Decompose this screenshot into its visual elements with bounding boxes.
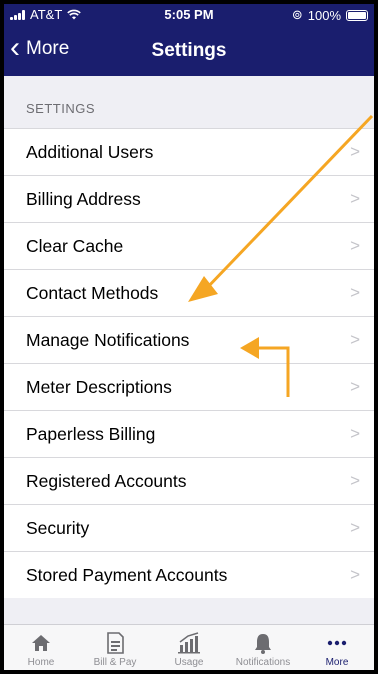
battery-icon [346,9,368,21]
tab-usage[interactable]: Usage [152,625,226,670]
list-item-label: Meter Descriptions [26,377,172,397]
section-header: SETTINGS [4,76,374,128]
orientation-lock-icon: ⊚ [291,7,303,22]
tab-label: Bill & Pay [93,657,137,668]
list-item-label: Additional Users [26,142,154,162]
chevron-right-icon: > [350,518,360,537]
list-item-label: Paperless Billing [26,424,156,444]
chevron-right-icon: > [350,330,360,349]
list-item-label: Billing Address [26,189,141,209]
tab-more[interactable]: More [300,625,374,670]
chevron-right-icon: > [350,142,360,161]
list-item-label: Contact Methods [26,283,159,303]
chevron-right-icon: > [350,424,360,443]
settings-item-clear-cache[interactable]: Clear Cache > [4,222,374,269]
chevron-right-icon: > [350,565,360,584]
tab-bar: Home Bill & Pay Usage Notifications More [4,624,374,670]
settings-item-contact-methods[interactable]: Contact Methods > [4,269,374,316]
bell-icon [255,634,271,654]
battery-percent: 100% [307,7,341,23]
tab-home[interactable]: Home [4,625,78,670]
chevron-right-icon: > [350,377,360,396]
bill-icon [107,632,124,654]
phone-frame: AT&T 5:05 PM ⊚ 100% ‹ More Settings SETT… [0,0,378,674]
list-item-label: Clear Cache [26,236,124,256]
tab-label: More [325,657,349,668]
nav-bar: ‹ More Settings [4,32,374,72]
settings-item-paperless-billing[interactable]: Paperless Billing > [4,410,374,457]
settings-item-billing-address[interactable]: Billing Address > [4,175,374,222]
tab-label: Usage [174,657,204,668]
home-icon [32,635,50,651]
chevron-right-icon: > [350,236,360,255]
page-title: Settings [151,40,227,61]
tab-label: Notifications [235,657,291,668]
list-item-label: Stored Payment Accounts [26,565,228,585]
header: AT&T 5:05 PM ⊚ 100% ‹ More Settings [4,4,374,76]
tab-notifications[interactable]: Notifications [226,625,300,670]
settings-item-stored-payment-accounts[interactable]: Stored Payment Accounts > [4,551,374,598]
status-right: ⊚ 100% [292,7,368,23]
chevron-right-icon: > [350,189,360,208]
section-title: SETTINGS [26,101,96,116]
settings-item-meter-descriptions[interactable]: Meter Descriptions > [4,363,374,410]
chevron-right-icon: > [350,471,360,490]
chevron-right-icon: > [350,283,360,302]
settings-item-registered-accounts[interactable]: Registered Accounts > [4,457,374,504]
settings-item-additional-users[interactable]: Additional Users > [4,128,374,175]
list-item-label: Security [26,518,90,538]
usage-icon [178,632,200,654]
settings-list: Additional Users > Billing Address > Cle… [4,128,374,598]
more-icon [327,640,347,646]
tab-bill-pay[interactable]: Bill & Pay [78,625,152,670]
status-bar: AT&T 5:05 PM ⊚ 100% [4,4,374,26]
list-item-label: Manage Notifications [26,330,190,350]
settings-item-security[interactable]: Security > [4,504,374,551]
settings-item-manage-notifications[interactable]: Manage Notifications > [4,316,374,363]
tab-label: Home [27,657,55,668]
list-item-label: Registered Accounts [26,471,187,491]
